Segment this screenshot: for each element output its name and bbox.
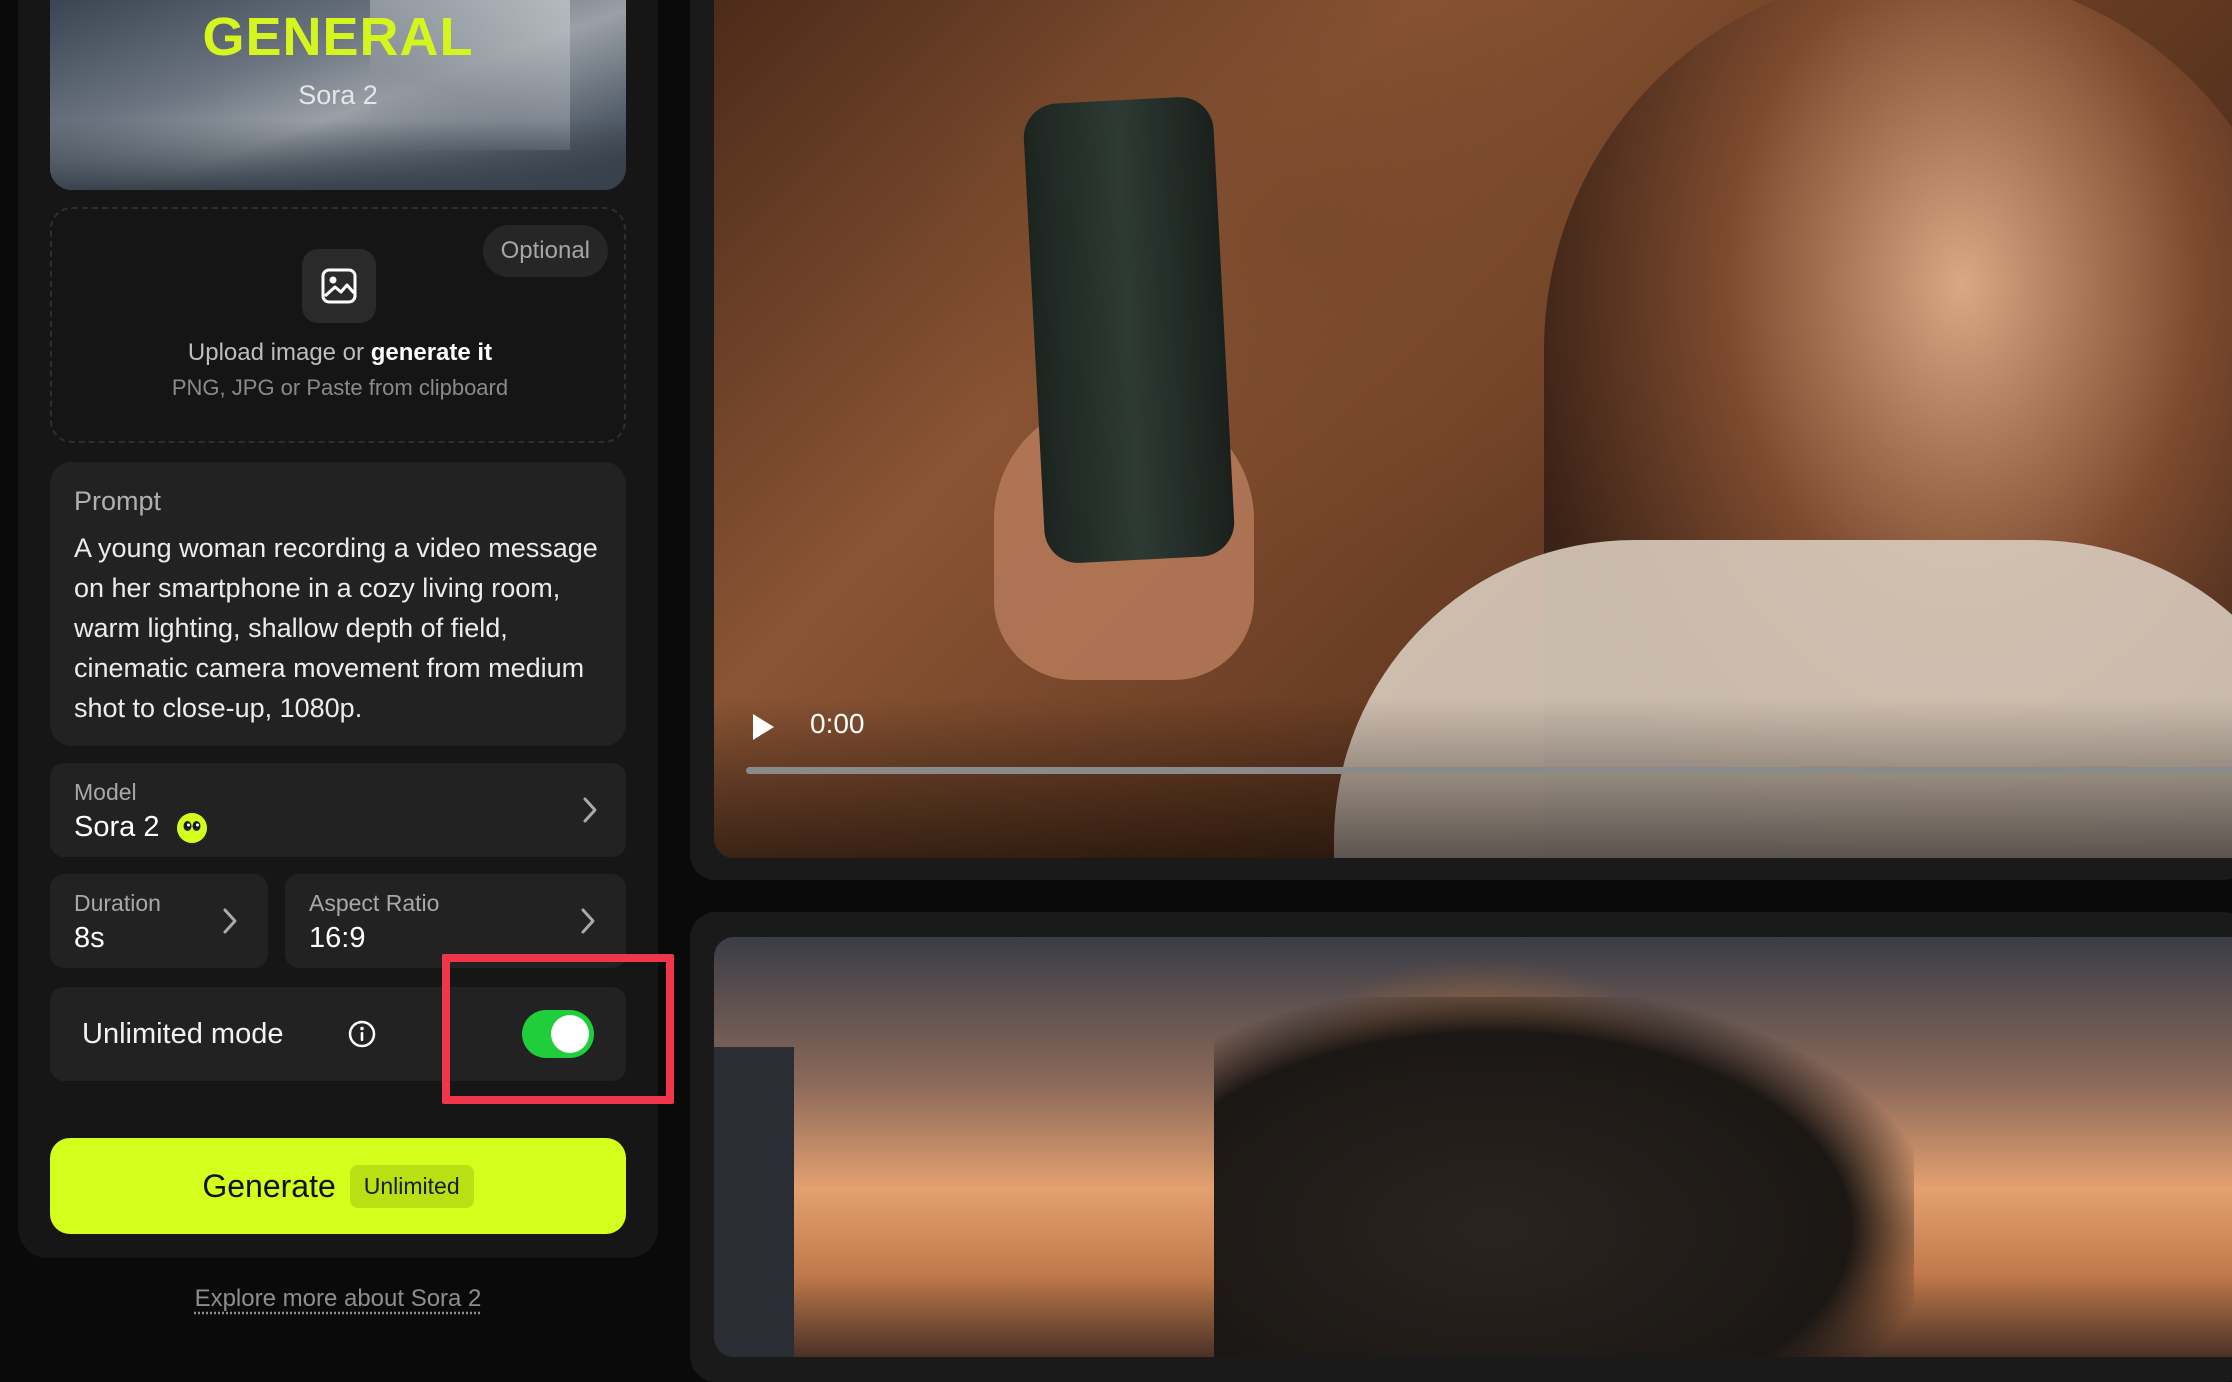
model-label: Model [74, 779, 137, 805]
prompt-label: Prompt [74, 486, 162, 516]
play-icon[interactable] [750, 712, 776, 747]
image-upload-icon[interactable] [302, 249, 376, 323]
upload-prefix-text: Upload image or [187, 339, 365, 366]
chevron-right-icon [222, 874, 238, 968]
generate-button[interactable]: Generate Unlimited [50, 1138, 626, 1234]
prompt-textarea[interactable]: A young woman recording a video message … [74, 528, 614, 728]
generate-label: Generate [202, 1167, 336, 1204]
video-player[interactable]: 0:00 [714, 0, 2232, 858]
model-hero-banner: GENERAL Sora 2 [50, 0, 626, 190]
model-selector[interactable]: Model Sora 2 [50, 763, 626, 857]
video-frame-building [714, 1047, 794, 1357]
model-badge-icon [176, 813, 207, 844]
highlight-annotation [442, 954, 674, 1104]
aspect-ratio-label: Aspect Ratio [309, 890, 440, 916]
unlimited-mode-label: Unlimited mode [82, 1018, 284, 1050]
duration-label: Duration [74, 890, 161, 916]
model-value: Sora 2 [74, 811, 208, 844]
model-name: Sora 2 [74, 811, 160, 843]
video-time: 0:00 [810, 708, 865, 739]
video-controls-overlay [714, 698, 2232, 858]
optional-badge: Optional [482, 225, 608, 277]
prompt-card[interactable]: Prompt A young woman recording a video m… [50, 462, 626, 746]
video-frame-monster [1214, 997, 1914, 1357]
info-icon[interactable] [348, 1020, 376, 1053]
upload-instructions: Upload image or generate it [52, 339, 628, 367]
chevron-right-icon [582, 763, 598, 857]
aspect-ratio-value: 16:9 [309, 922, 366, 954]
video-progress-bar[interactable] [746, 767, 2232, 774]
duration-selector[interactable]: Duration 8s [50, 874, 268, 968]
unlimited-badge: Unlimited [349, 1164, 474, 1208]
hero-subtitle: Sora 2 [298, 80, 378, 110]
hero-title: GENERAL [202, 7, 474, 67]
generate-it-link[interactable]: generate it [371, 339, 492, 366]
duration-value: 8s [74, 922, 105, 954]
explore-more-link[interactable]: Explore more about Sora 2 [50, 1285, 626, 1313]
video-frame-phone [1022, 95, 1236, 565]
image-upload-dropzone[interactable]: Optional Upload image or generate it PNG… [50, 207, 626, 443]
upload-formats-hint: PNG, JPG or Paste from clipboard [171, 375, 509, 400]
video-thumbnail-monster[interactable] [714, 937, 2232, 1357]
